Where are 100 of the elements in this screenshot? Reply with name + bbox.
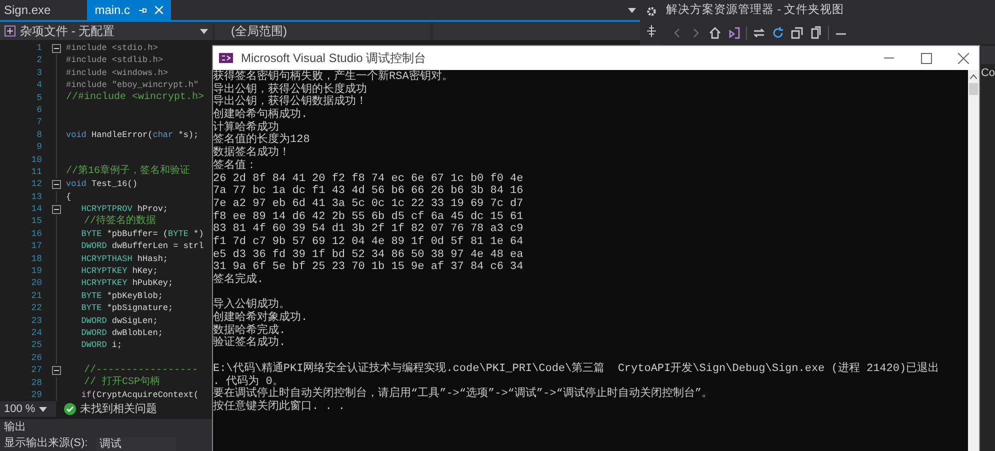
output-panel-title: 输出 xyxy=(3,420,27,436)
line-number: 18 xyxy=(30,252,43,266)
check-icon xyxy=(64,403,76,415)
explorer-item[interactable]: Co xyxy=(980,64,995,82)
code-line: #include <stdio.h> xyxy=(66,42,158,54)
code-line: void HandleError(char *s); xyxy=(66,128,199,142)
code-line: #include <stdlib.h> xyxy=(66,54,163,67)
code-line: if(CryptAcquireContext( xyxy=(80,388,199,401)
line-number: 15 xyxy=(30,215,43,228)
line-number: 21 xyxy=(30,290,43,302)
line-number: 7 xyxy=(36,116,43,129)
console-line: 获得签名密钥句柄失败，产生一个新RSA密钥对。 xyxy=(213,71,453,83)
console-line: 数据哈希完成. xyxy=(213,324,286,337)
console-line: 要在调试停止时自动关闭控制台，请启用“工具”->“选项”->“调试”->“调试停止时自动关闭控制台”。 xyxy=(213,388,712,400)
code-line: DWORD dwBlobLen; xyxy=(80,326,163,340)
scroll-thumb[interactable] xyxy=(969,83,978,95)
code-line: DWORD i; xyxy=(80,339,122,352)
code-line: HCRYPTKEY hPubKey; xyxy=(80,277,174,290)
console-line: 83 81 4f 60 39 54 d1 3b 2f 1f 82 07 76 78 a3 c9 xyxy=(213,223,524,236)
line-number: 8 xyxy=(36,128,43,142)
solution-icon[interactable] xyxy=(727,26,741,40)
code-line: { xyxy=(66,190,72,204)
line-number: 19 xyxy=(30,265,43,278)
project-dropdown[interactable]: 杂项文件 - 无配置 xyxy=(0,22,212,40)
console-line: 导入公钥成功。 xyxy=(213,299,290,312)
code-line: DWORD dwBufferLen = strl xyxy=(80,240,204,253)
home-icon[interactable] xyxy=(708,26,722,40)
settings-icon[interactable] xyxy=(646,6,656,17)
sync-icon[interactable] xyxy=(752,26,766,40)
code-line: DWORD dwSigLen; xyxy=(80,314,158,327)
close-icon[interactable] xyxy=(958,52,969,64)
code-line: //待签名的数据 xyxy=(83,214,156,228)
line-number: 26 xyxy=(30,352,43,364)
file-icon xyxy=(4,25,16,37)
code-line: BYTE *pbBuffer= (BYTE *) xyxy=(80,228,204,240)
console-line: 26 2d 8f 84 41 20 f2 f8 74 ec 6e 67 1c b0 f0 4e xyxy=(213,172,524,185)
code-line: #include "eboy_wincrypt.h" xyxy=(66,79,199,92)
console-line: . 代码为 0。 xyxy=(213,376,284,388)
line-number: 27 xyxy=(30,364,43,377)
console-line: E:\代码\精通PKI网络安全认证技术与编程实现.code\PKI_PRI\Code\第三篇 CrytoAPI开发\Sign\Debug\Sign.exe (进程 21420)已退出 xyxy=(213,362,940,375)
line-number: 22 xyxy=(30,302,43,315)
collapse-icon[interactable] xyxy=(52,204,60,214)
scope-dropdown[interactable]: (全局范围) xyxy=(215,22,430,40)
code-line: HCRYPTHASH hHash; xyxy=(80,252,168,266)
line-number: 23 xyxy=(30,314,43,327)
pin-icon[interactable] xyxy=(646,25,656,37)
line-number: 11 xyxy=(30,166,43,178)
line-number: 14 xyxy=(30,203,43,216)
line-number: 10 xyxy=(30,154,43,166)
code-line: //----------------- xyxy=(83,364,198,376)
console-line: 验证签名成功. xyxy=(213,337,286,350)
console-line: 数据签名成功！ xyxy=(213,147,290,160)
console-line: 创建哈希句柄成功. xyxy=(213,109,308,122)
search-field[interactable] xyxy=(981,46,995,64)
code-line: // 打开CSP句柄 xyxy=(83,376,160,390)
line-number: 5 xyxy=(36,92,43,104)
scroll-up-icon[interactable] xyxy=(970,74,977,79)
line-number: 12 xyxy=(30,178,43,191)
app-icon xyxy=(219,53,233,63)
maximize-icon[interactable] xyxy=(921,52,932,64)
code-line: #include <windows.h> xyxy=(66,66,168,80)
collapse-icon[interactable] xyxy=(52,366,60,375)
caret-icon xyxy=(200,28,208,34)
output-source-dropdown[interactable]: 调试 xyxy=(96,436,176,450)
console-line: 创建哈希对象成功. xyxy=(213,312,308,324)
code-line: HCRYPTPROV hProv; xyxy=(80,203,168,214)
code-line: //#include <wincrypt.h> xyxy=(66,91,204,104)
line-number: 6 xyxy=(36,104,43,116)
console-line: 签名值的长度为128 xyxy=(213,134,310,146)
line-number: 29 xyxy=(30,388,43,401)
scrollbar[interactable] xyxy=(968,70,979,451)
line-number: 1 xyxy=(36,42,43,54)
collapse-all-icon[interactable] xyxy=(790,26,804,40)
console-line: 签名完成. xyxy=(213,274,264,287)
line-number: 16 xyxy=(30,228,43,240)
collapse-icon[interactable] xyxy=(52,180,60,189)
line-number: 17 xyxy=(30,240,43,253)
code-line: BYTE *pbSignature; xyxy=(80,302,174,315)
code-line: //第16章例子，签名和验证 xyxy=(66,165,190,179)
code-line: void Test_16() xyxy=(66,178,138,191)
console-line: 签名值： xyxy=(213,160,257,172)
panel-title: 解决方案资源管理器 - 文件夹视图 xyxy=(662,0,995,22)
code-line: HCRYPTKEY hKey; xyxy=(80,265,158,278)
code-line: BYTE *pbKeyBlob; xyxy=(80,290,163,302)
collapse-icon[interactable] xyxy=(52,44,60,53)
line-number: 24 xyxy=(30,326,43,340)
caret-icon xyxy=(39,406,48,412)
editor-tab[interactable]: Sign.exe xyxy=(0,0,55,20)
copy-icon[interactable] xyxy=(809,26,823,40)
output-source-label: 显示输出来源(S): xyxy=(4,436,88,451)
zoom-dropdown[interactable]: 100 % xyxy=(0,401,56,417)
refresh-icon[interactable] xyxy=(771,26,785,40)
issues-status: 未找到相关问题 xyxy=(80,402,157,417)
console-line: f1 7d c7 9b 57 69 12 04 4e 89 1f 0d 5f 81 1e 64 xyxy=(213,236,524,249)
line-number: 20 xyxy=(30,277,43,290)
line-number: 4 xyxy=(36,79,43,92)
console-line: 导出公钥，获得公钥的长度成功 xyxy=(213,84,367,96)
console-line: 7a 77 bc 1a dc f1 43 4d 56 b6 66 26 b6 3b 84 16 xyxy=(213,185,524,198)
tab-list-icon xyxy=(628,8,636,12)
console-line: 导出公钥，获得公钥数据成功！ xyxy=(213,96,367,108)
